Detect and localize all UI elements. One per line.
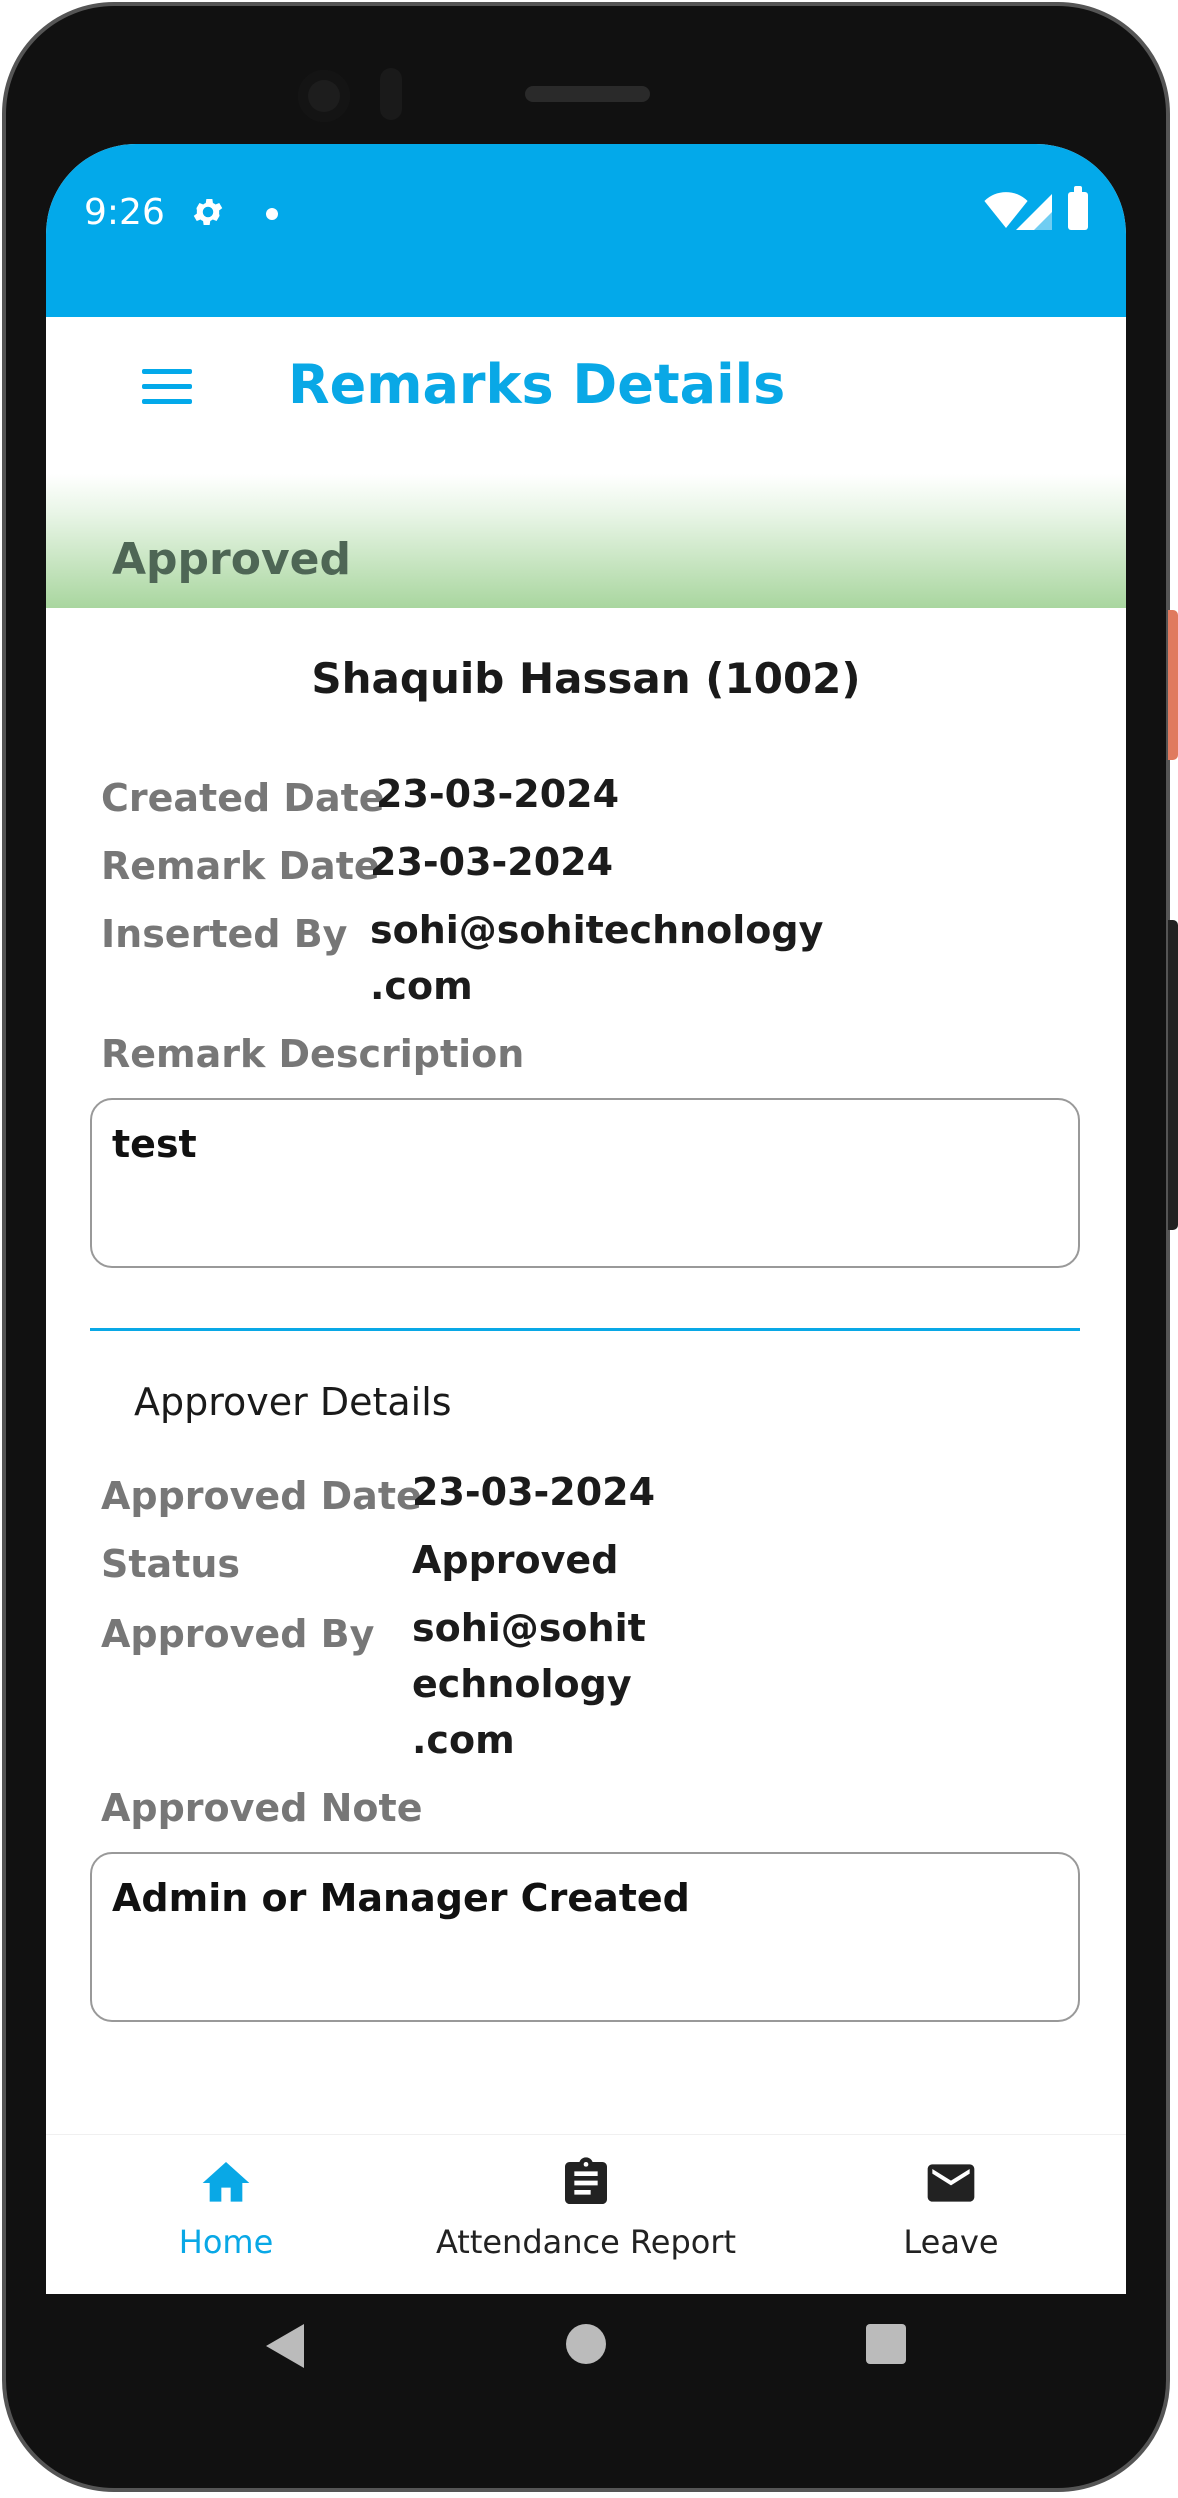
mail-icon	[923, 2155, 979, 2211]
nav-home-label: Home	[178, 2223, 274, 2261]
remark-description-label: Remark Description	[101, 1032, 525, 1076]
earpiece-speaker	[525, 86, 650, 102]
nav-attendance-report-label: Attendance Report	[435, 2223, 737, 2261]
system-navigation-bar	[46, 2294, 1126, 2406]
approved-date-value: 23-03-2024	[412, 1470, 656, 1514]
approved-note-label: Approved Note	[101, 1786, 423, 1830]
nav-home[interactable]: Home	[156, 2155, 296, 2261]
remark-description-box: test	[90, 1098, 1080, 1268]
settings-gear-icon	[190, 194, 226, 239]
volume-button	[1168, 920, 1178, 1230]
nav-attendance-report[interactable]: Attendance Report	[406, 2155, 766, 2261]
approved-date-label: Approved Date	[101, 1474, 422, 1518]
status-bar: 9:26	[46, 144, 1126, 317]
approved-by-value-line2: echnology	[412, 1662, 632, 1706]
phone-device: 9:26 Remarks Details Approved Shaquib Ha	[0, 0, 1178, 2498]
front-camera	[298, 70, 350, 122]
created-date-label: Created Date	[101, 776, 385, 820]
section-divider	[90, 1328, 1080, 1331]
app-bar: Remarks Details	[46, 317, 1126, 477]
status-banner: Approved	[46, 474, 1126, 608]
signal-icon	[1016, 194, 1052, 234]
remark-date-value: 23-03-2024	[370, 840, 614, 884]
status-value: Approved	[412, 1538, 619, 1582]
clipboard-icon	[558, 2155, 614, 2211]
status-banner-text: Approved	[112, 534, 351, 585]
approved-by-value-line3: .com	[412, 1718, 515, 1762]
nav-leave[interactable]: Leave	[886, 2155, 1016, 2261]
proximity-sensor	[380, 68, 402, 120]
inserted-by-value-line2: .com	[370, 964, 473, 1008]
created-date-value: 23-03-2024	[376, 772, 620, 816]
remark-date-label: Remark Date	[101, 844, 380, 888]
approver-details-title: Approver Details	[134, 1380, 452, 1424]
inserted-by-value-line1: sohi@sohitechnology	[370, 908, 824, 952]
back-icon[interactable]	[266, 2324, 304, 2368]
status-time: 9:26	[84, 192, 165, 233]
approved-by-label: Approved By	[101, 1612, 375, 1656]
approved-note-box: Admin or Manager Created	[90, 1852, 1080, 2022]
approved-note-text: Admin or Manager Created	[112, 1876, 690, 1920]
status-label: Status	[101, 1542, 241, 1586]
approved-by-value-line1: sohi@sohit	[412, 1606, 646, 1650]
page-title: Remarks Details	[288, 353, 786, 416]
battery-icon	[1068, 186, 1088, 230]
home-circle-icon[interactable]	[566, 2324, 606, 2364]
hamburger-menu-icon[interactable]	[142, 369, 192, 405]
recents-icon[interactable]	[866, 2324, 906, 2364]
remark-description-text: test	[112, 1122, 197, 1166]
inserted-by-label: Inserted By	[101, 912, 348, 956]
home-icon	[198, 2155, 254, 2211]
screen: 9:26 Remarks Details Approved Shaquib Ha	[46, 144, 1126, 2294]
employee-name: Shaquib Hassan (1002)	[311, 654, 861, 703]
nav-leave-label: Leave	[903, 2223, 999, 2261]
bottom-navigation: Home Attendance Report Leave	[46, 2134, 1126, 2294]
notification-dot-icon	[266, 208, 278, 220]
power-button	[1168, 610, 1178, 760]
